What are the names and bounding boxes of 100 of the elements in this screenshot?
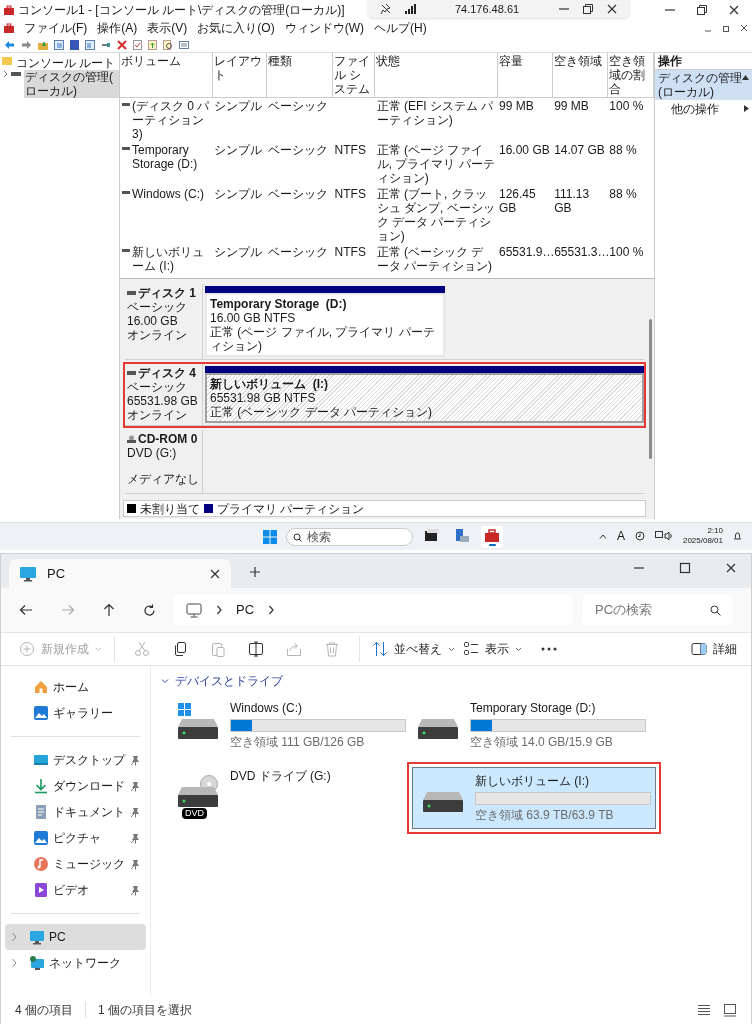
pin-icon[interactable] xyxy=(130,884,140,896)
pin-icon[interactable] xyxy=(130,832,140,844)
column-header[interactable]: 容量 xyxy=(497,53,553,98)
nav-item[interactable]: ホーム xyxy=(5,674,146,700)
menu-item[interactable]: ウィンドウ(W) xyxy=(284,21,364,35)
menu-item[interactable]: 表示(V) xyxy=(147,21,188,35)
restore-icon[interactable] xyxy=(582,3,594,15)
table-cell: 正常 (ベーシック データ パーティション) xyxy=(376,245,492,273)
clock-icon[interactable] xyxy=(634,531,645,541)
nav-item[interactable]: PC xyxy=(5,924,146,950)
tree-item[interactable]: ディスクの管理(ローカル) xyxy=(24,70,119,98)
terminal-icon xyxy=(424,528,440,543)
command-button[interactable]: 表示 xyxy=(459,641,526,657)
input-indicator[interactable]: A xyxy=(616,529,625,543)
restore-icon[interactable] xyxy=(696,3,708,16)
tree-item[interactable]: コンソール ルート xyxy=(15,56,117,70)
folder-icon[interactable] xyxy=(38,39,48,50)
refresh-icon[interactable] xyxy=(143,603,156,617)
book-icon[interactable] xyxy=(70,39,79,50)
panel-icon[interactable] xyxy=(85,39,95,50)
tiles-view-icon[interactable] xyxy=(723,1003,737,1017)
close-icon[interactable] xyxy=(606,3,618,15)
pin-icon[interactable] xyxy=(130,858,140,870)
command-button[interactable]: 並べ替え xyxy=(368,641,459,657)
notification-bell-icon[interactable] xyxy=(733,531,742,541)
search-field[interactable]: PCの検索 xyxy=(583,595,733,625)
maximize-icon[interactable] xyxy=(679,562,691,574)
pin-off-icon[interactable] xyxy=(380,3,392,15)
nav-item[interactable]: デスクトップ xyxy=(5,747,146,773)
menu-item[interactable]: ファイル(F) xyxy=(24,21,88,35)
start-icon[interactable] xyxy=(262,529,278,545)
nav-item[interactable]: ピクチャ xyxy=(5,825,146,851)
column-header[interactable]: 状態 xyxy=(374,53,497,98)
chevron-right-icon[interactable] xyxy=(216,605,222,615)
network-volume-icon[interactable] xyxy=(654,531,673,541)
panel-icon[interactable] xyxy=(54,39,64,50)
nav-item[interactable]: ネットワーク xyxy=(5,950,146,976)
clock-time[interactable]: 2:10 xyxy=(707,526,723,536)
nav-item[interactable]: ビデオ xyxy=(5,877,146,903)
search-field[interactable]: 検索 xyxy=(286,528,413,546)
disk-name: ディスク 4 xyxy=(138,366,196,380)
nav-item[interactable]: ダウンロード xyxy=(5,773,146,799)
breadcrumb-item[interactable]: PC xyxy=(236,602,255,618)
pin-icon[interactable] xyxy=(130,754,140,766)
partition-size: 65531.98 GB NTFS xyxy=(210,391,317,405)
disk-type: ベーシック xyxy=(127,380,188,394)
scrollbar-thumb[interactable] xyxy=(649,319,652,459)
expand-arrow-icon[interactable] xyxy=(744,105,749,112)
document-up-icon[interactable] xyxy=(148,39,157,50)
close-icon[interactable] xyxy=(209,567,221,580)
delete-icon[interactable] xyxy=(117,39,127,50)
back-arrow-icon[interactable] xyxy=(4,39,15,50)
clock-date[interactable]: 2025/08/01 xyxy=(682,536,723,546)
section-header[interactable]: デバイスとドライブ xyxy=(161,674,751,688)
toolbox-icon xyxy=(484,528,500,543)
pin-icon[interactable] xyxy=(130,780,140,792)
back-arrow-icon[interactable] xyxy=(19,604,33,616)
up-arrow-icon[interactable] xyxy=(103,603,115,617)
partition-size: 16.00 GB NTFS xyxy=(210,311,297,325)
list-view-icon[interactable] xyxy=(697,1004,711,1016)
drive-tile[interactable]: DVD DVD ドライブ (G:) xyxy=(167,762,411,834)
details-button[interactable]: 詳細 xyxy=(691,642,737,656)
search-document-icon[interactable] xyxy=(163,39,173,50)
column-header[interactable]: 種類 xyxy=(266,53,333,98)
document-check-icon[interactable] xyxy=(133,39,142,50)
rename-icon[interactable] xyxy=(248,641,264,657)
forward-arrow-icon[interactable] xyxy=(21,39,32,50)
section-header[interactable]: ディスクの管理(ローカル) xyxy=(655,70,752,100)
browser-tab[interactable]: PC xyxy=(9,559,231,588)
close-icon[interactable] xyxy=(728,3,740,16)
column-header[interactable]: レイアウト xyxy=(212,53,267,98)
restore-icon[interactable] xyxy=(722,24,730,32)
pin-icon[interactable] xyxy=(130,806,140,818)
drive-tile[interactable]: 新しいボリューム (I:) 空き領域 63.9 TB/63.9 TB xyxy=(412,767,656,829)
column-header[interactable]: 空き領域の割合 xyxy=(607,53,654,98)
table-cell-text: 新しいボリューム (I:) xyxy=(132,245,205,273)
chevron-right-icon[interactable] xyxy=(268,605,275,615)
nav-item[interactable]: ミュージック xyxy=(5,851,146,877)
close-icon[interactable] xyxy=(740,24,748,32)
disk-type: ベーシック xyxy=(127,300,188,314)
menu-item[interactable]: お気に入り(O) xyxy=(197,21,275,35)
address-bar[interactable]: PC xyxy=(174,595,573,625)
sort-icon[interactable] xyxy=(372,641,388,657)
new-tab-icon[interactable] xyxy=(249,566,261,578)
view-icon[interactable] xyxy=(463,641,479,657)
close-icon[interactable] xyxy=(725,562,737,574)
column-header[interactable]: 空き領域 xyxy=(552,53,608,98)
menu-item[interactable]: 操作(A) xyxy=(97,21,138,35)
column-header[interactable]: ボリューム xyxy=(120,53,213,98)
nav-item[interactable]: ドキュメント xyxy=(5,799,146,825)
copy-icon[interactable] xyxy=(172,641,188,657)
column-header[interactable]: ファイル システム xyxy=(332,53,375,98)
nav-item[interactable]: ギャラリー xyxy=(5,700,146,726)
list-icon[interactable] xyxy=(179,39,189,50)
table-cell: NTFS xyxy=(334,187,366,201)
menu-item[interactable]: ヘルプ(H) xyxy=(374,21,427,35)
chevron-up-icon[interactable] xyxy=(598,533,607,539)
monitor-icon xyxy=(29,929,45,945)
action-item[interactable]: 他の操作 xyxy=(671,101,719,116)
collapse-arrow-icon[interactable] xyxy=(742,75,749,80)
